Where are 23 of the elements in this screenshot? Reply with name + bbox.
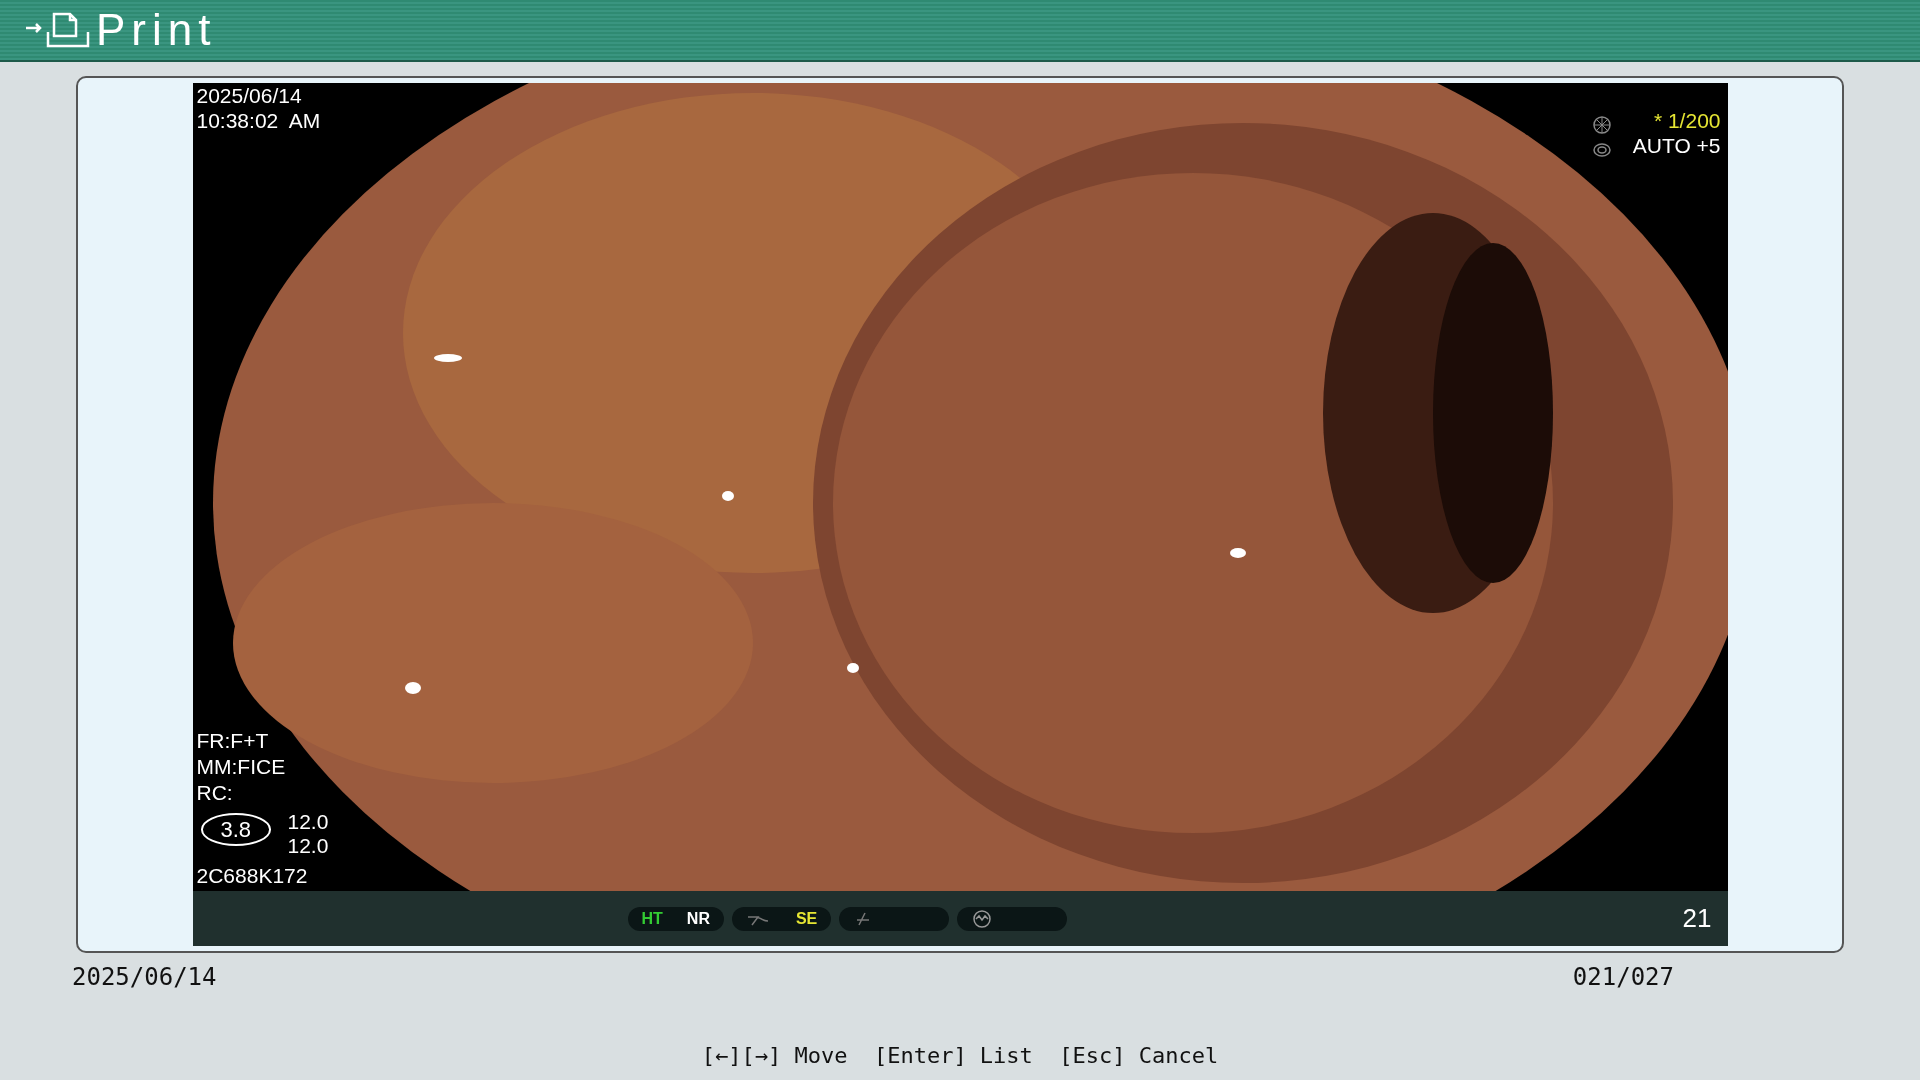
scale-value: 12.0: [287, 809, 329, 834]
aperture-icon: [1591, 115, 1612, 134]
setting-label: MM:FICE: [196, 754, 286, 779]
print-icon: [24, 10, 92, 50]
screen-title: Print: [96, 8, 217, 52]
key-hint: [←][→] Move [Enter] List [Esc] Cancel: [701, 1043, 1219, 1068]
frame-number: 21: [1682, 902, 1712, 935]
iris-mode: AUTO +5: [1632, 133, 1721, 158]
serial-number: 2C688K172: [196, 863, 308, 888]
time-label: 10:38:02 AM: [196, 108, 321, 133]
indicator-label: SE: [795, 908, 818, 929]
date-label: 2025/06/14: [196, 83, 302, 108]
indicator-label: HT: [641, 908, 663, 929]
mode-icon: [971, 908, 994, 929]
zoom-value: 3.8: [200, 813, 272, 846]
image-counter: 021/027: [1572, 962, 1674, 993]
shutter-speed: * 1/200: [1653, 108, 1721, 133]
setting-label: RC:: [196, 780, 233, 805]
indicator-label: NR: [686, 908, 710, 929]
scale-value: 12.0: [287, 833, 329, 858]
capture-date: 2025/06/14: [72, 962, 217, 993]
lens-icon: [1591, 141, 1612, 158]
setting-label: FR:F+T: [196, 728, 269, 753]
